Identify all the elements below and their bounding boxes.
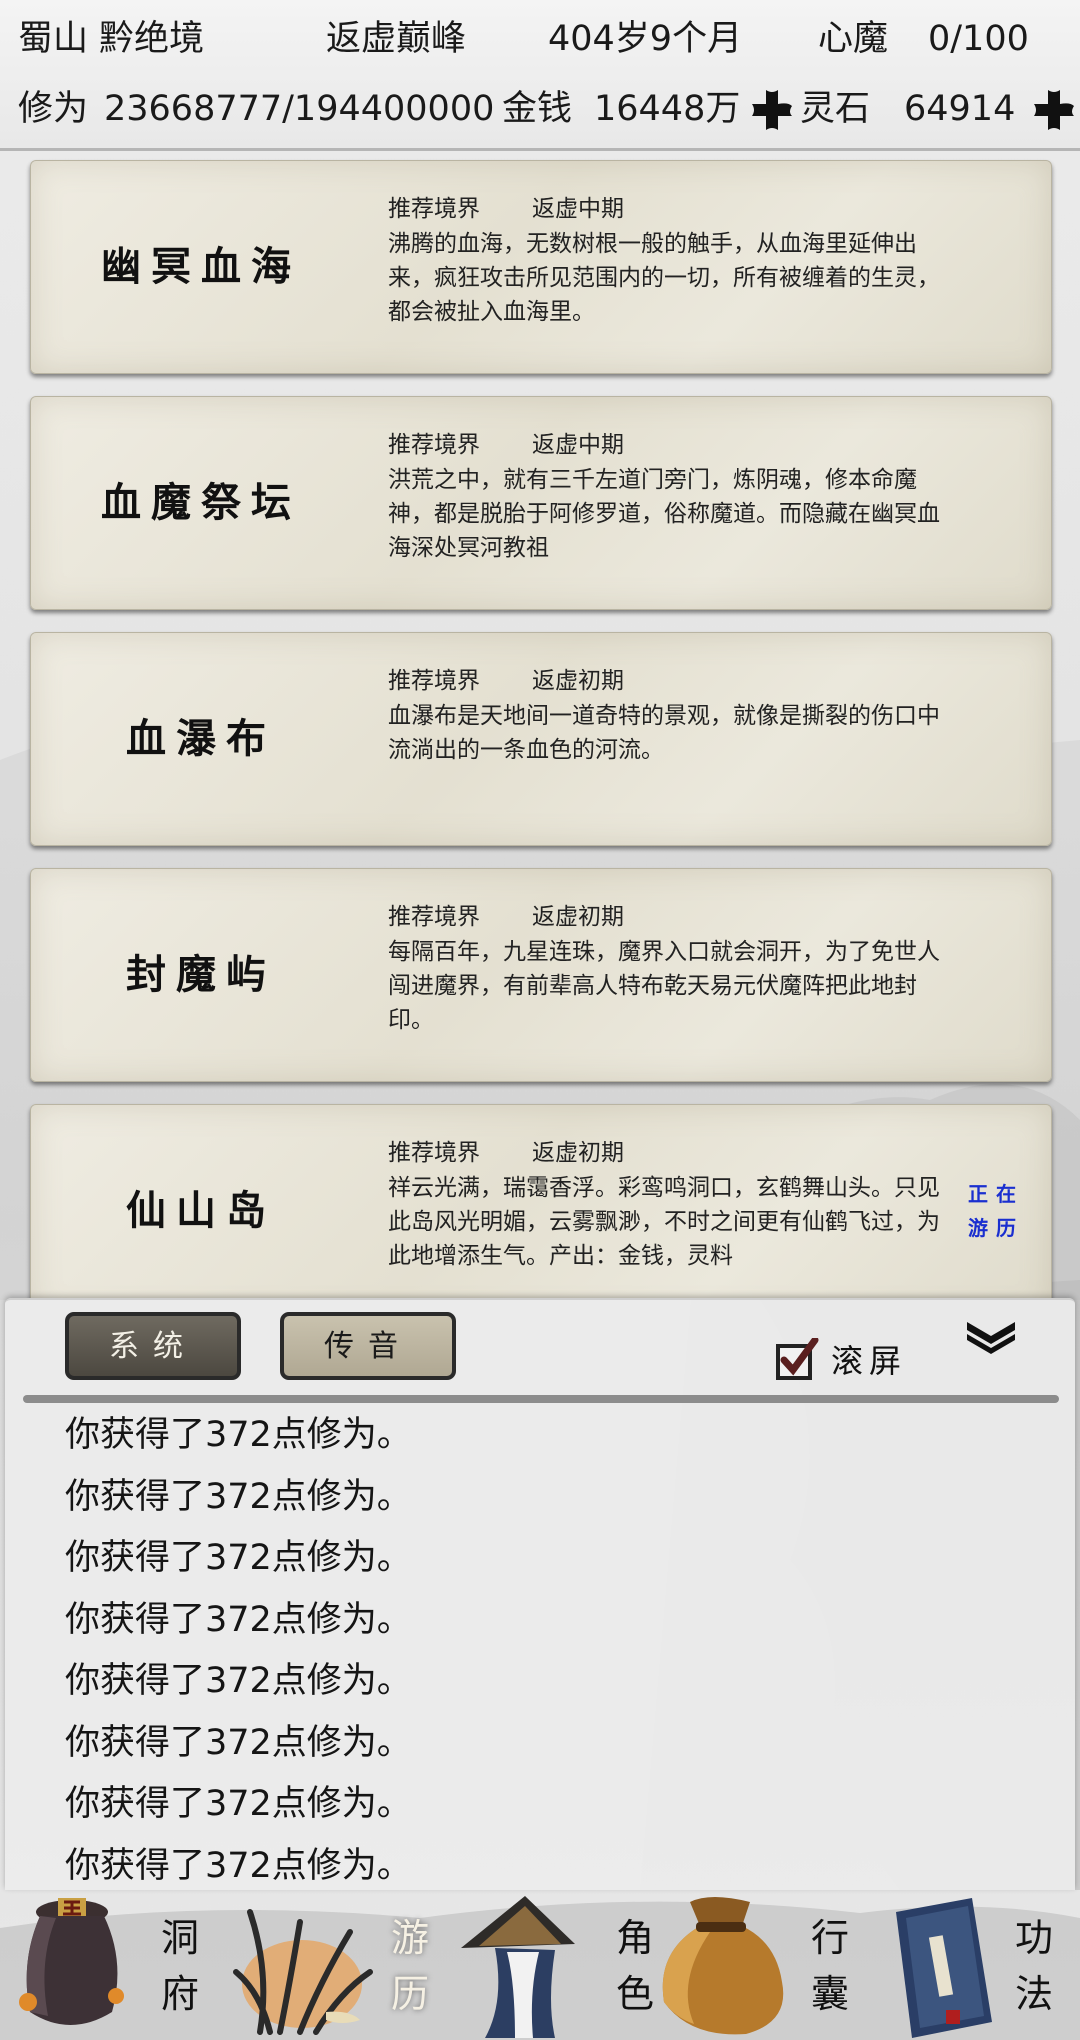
location-name: 血瀑布 <box>126 715 276 762</box>
tab-system[interactable]: 系统 <box>65 1312 241 1380</box>
location-description: 血瀑布是天地间一道奇特的景观，就像是撕裂的伤口中流淌出的一条血色的河流。 <box>388 703 940 763</box>
location-description: 洪荒之中，就有三千左道门旁门，炼阴魂，修本命魔神，都是脱胎于阿修罗道，俗称魔道。… <box>388 467 940 561</box>
cultivation-value: 23668777/194400000 <box>104 89 495 129</box>
log-line: 你获得了372点修为。 <box>65 1722 412 1763</box>
add-money-plus-icon[interactable] <box>750 88 794 132</box>
recommended-realm: 推荐境界 返虚初期 <box>388 897 624 931</box>
location-list: 幽冥血海 推荐境界 返虚中期 沸腾的血海，无数树根一般的触手，从血海里延伸出来，疯… <box>0 150 1080 1298</box>
heart-demon-label: 心魔 <box>818 19 889 59</box>
recommended-realm-value: 返虚中期 <box>532 196 624 222</box>
spirit-stone-value: 64914 <box>904 89 1016 129</box>
recommended-realm-label: 推荐境界 <box>388 1140 480 1166</box>
log-line: 你获得了372点修为。 <box>65 1784 412 1824</box>
auto-scroll-checkbox[interactable] <box>775 1338 819 1380</box>
message-panel: 系统 传音 滚屏 你获得了372点修为。 你获得了372点修为。 你获得了372… <box>5 1298 1075 1890</box>
tab-message[interactable]: 传音 <box>280 1312 456 1380</box>
location-name: 幽冥血海 <box>101 243 301 290</box>
nav-skills-label: 功法 <box>1014 1916 1053 2016</box>
nav-skills[interactable]: 功法 <box>876 1888 1080 2040</box>
nav-cave-label: 洞府 <box>160 1916 199 2016</box>
money-value: 16448万 <box>594 89 741 129</box>
character-hat-icon <box>461 1896 575 2038</box>
bag-icon <box>662 1897 784 2035</box>
collapse-chevron-icon[interactable] <box>963 1316 1019 1356</box>
recommended-realm-value: 返虚初期 <box>532 904 624 930</box>
log-line: 你获得了372点修为。 <box>65 1476 412 1517</box>
spirit-stone-label: 灵石 <box>800 89 871 129</box>
location-card[interactable]: 幽冥血海 推荐境界 返虚中期 沸腾的血海，无数树根一般的触手，从血海里延伸出来，疯… <box>30 160 1052 374</box>
age-text: 404岁9个月 <box>548 19 743 59</box>
location-text: 蜀山 黔绝境 <box>18 19 205 59</box>
travel-grass-icon <box>233 1909 373 2035</box>
cultivation-label: 修为 <box>18 89 89 129</box>
recommended-realm-value: 返虚初期 <box>532 1140 624 1166</box>
recommended-realm-label: 推荐境界 <box>388 904 480 930</box>
recommended-realm: 推荐境界 返虚中期 <box>388 189 624 223</box>
log-line: 你获得了372点修为。 <box>65 1661 412 1701</box>
traveling-status-badge: 正在游历 <box>968 1182 1024 1240</box>
recommended-realm-label: 推荐境界 <box>388 668 480 694</box>
log-line: 你获得了372点修为。 <box>65 1599 412 1640</box>
recommended-realm: 推荐境界 返虚中期 <box>388 425 624 459</box>
header-row-2: 修为 23668777/194400000 金钱 16448万 灵石 64914 <box>0 72 1080 146</box>
status-header: 蜀山 黔绝境 返虚巅峰 404岁9个月 心魔 0/100 修为 23668777… <box>0 0 1080 151</box>
recommended-realm: 推荐境界 返虚初期 <box>388 1133 624 1167</box>
location-card[interactable]: 血魔祭坛 推荐境界 返虚中期 洪荒之中，就有三千左道门旁门，炼阴魂，修本命魔神，都… <box>30 396 1052 610</box>
location-card[interactable]: 血瀑布 推荐境界 返虚初期 血瀑布是天地间一道奇特的景观，就像是撕裂的伤口中流淌出… <box>30 632 1052 846</box>
bottom-navigation: 洞府 游历 角色 行囊 功 法 <box>0 1888 1080 2040</box>
realm-text: 返虚巅峰 <box>326 19 467 59</box>
recommended-realm-value: 返虚中期 <box>532 432 624 458</box>
add-spirit-stone-plus-icon[interactable] <box>1032 88 1076 132</box>
system-log[interactable]: 你获得了372点修为。 你获得了372点修为。 你获得了372点修为。 你获得了… <box>65 1405 965 1897</box>
location-name: 血魔祭坛 <box>101 479 301 526</box>
header-row-1: 蜀山 黔绝境 返虚巅峰 404岁9个月 心魔 0/100 <box>0 2 1080 76</box>
location-description: 每隔百年，九星连珠，魔界入口就会洞开，为了免世人闯进魔界，有前辈高人特布乾天易元… <box>388 939 940 1033</box>
auto-scroll-label: 滚屏 <box>831 1342 908 1380</box>
location-name: 仙山岛 <box>126 1187 276 1234</box>
location-description: 祥云光满，瑞霭香浮。彩鸾鸣洞口，玄鹤舞山头。只见此岛风光明媚，云雾飘渺，不时之间… <box>388 1175 940 1269</box>
recommended-realm-value: 返虚初期 <box>532 668 624 694</box>
log-line: 你获得了372点修为。 <box>65 1538 412 1578</box>
heart-demon-value: 0/100 <box>928 19 1029 59</box>
location-name: 封魔屿 <box>126 951 276 998</box>
panel-divider <box>23 1395 1059 1403</box>
location-card-current[interactable]: 仙山岛 推荐境界 返虚初期 祥云光满，瑞霭香浮。彩鸾鸣洞口，玄鹤舞山头。只见此岛风… <box>30 1104 1052 1298</box>
log-line: 你获得了372点修为。 <box>65 1415 412 1455</box>
nav-inventory-label: 行囊 <box>810 1916 849 2016</box>
nav-travel-label: 游历 <box>390 1916 429 2016</box>
location-card[interactable]: 封魔屿 推荐境界 返虚初期 每隔百年，九星连珠，魔界入口就会洞开，为了免世人闯进魔… <box>30 868 1052 1082</box>
money-label: 金钱 <box>502 89 573 129</box>
recommended-realm-label: 推荐境界 <box>388 196 480 222</box>
recommended-realm: 推荐境界 返虚初期 <box>388 661 624 695</box>
location-description: 沸腾的血海，无数树根一般的触手，从血海里延伸出来，疯狂攻击所见范围内的一切，所有… <box>388 231 940 325</box>
recommended-realm-label: 推荐境界 <box>388 432 480 458</box>
cave-bag-icon <box>19 1898 124 2025</box>
